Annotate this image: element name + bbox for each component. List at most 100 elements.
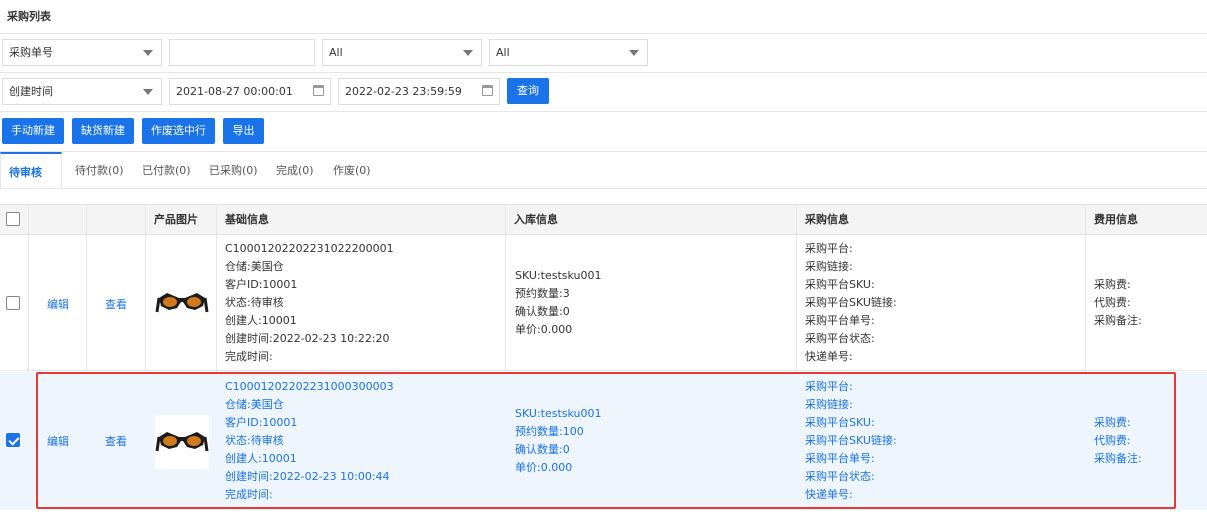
- chevron-down-icon: [143, 50, 153, 56]
- fee-info: 采购费: 代购费: 采购备注:: [1094, 414, 1142, 468]
- agent-fee: 代购费:: [1094, 434, 1131, 447]
- void-selected-button[interactable]: 作废选中行: [142, 118, 215, 144]
- filter-select-b[interactable]: All: [489, 39, 648, 66]
- field-select-value: 采购单号: [9, 46, 53, 59]
- product-image: [155, 415, 209, 469]
- created-time: 创建时间:2022-02-23 10:00:44: [225, 470, 390, 483]
- shortage-new-button[interactable]: 缺货新建: [72, 118, 134, 144]
- purchase-info: 采购平台: 采购链接: 采购平台SKU: 采购平台SKU链接: 采购平台单号: …: [805, 240, 897, 366]
- header-purchase-info: 采购信息: [805, 213, 849, 226]
- divider: [0, 72, 1207, 73]
- sku: SKU:testsku001: [515, 407, 602, 420]
- tab-pending-review[interactable]: 待审核(2): [0, 152, 62, 216]
- purchase-remark: 采购备注:: [1094, 452, 1142, 465]
- field-select[interactable]: 采购单号: [2, 39, 162, 66]
- date-to-input[interactable]: 2022-02-23 23:59:59: [338, 78, 500, 105]
- date-type-value: 创建时间: [9, 85, 53, 98]
- completed-time: 完成时间:: [225, 350, 273, 363]
- edit-link[interactable]: 编辑: [47, 296, 69, 312]
- tab-purchased[interactable]: 已采购(0): [201, 152, 266, 189]
- platform-sku-link: 采购平台SKU链接:: [805, 434, 897, 447]
- sunglasses-icon: [155, 293, 209, 313]
- purchase-fee: 采购费:: [1094, 278, 1131, 291]
- table-row: 编辑 查看 C10001202202231022200001 仓储:美国仓 客户…: [0, 235, 1207, 371]
- date-type-select[interactable]: 创建时间: [2, 78, 162, 105]
- platform-sku-link: 采购平台SKU链接:: [805, 296, 897, 309]
- platform-status: 采购平台状态:: [805, 332, 875, 345]
- confirmed-qty: 确认数量:0: [515, 305, 570, 318]
- inbound-info: SKU:testsku001 预约数量:3 确认数量:0 单价:0.000: [515, 267, 602, 339]
- customer-id: 客户ID:10001: [225, 416, 298, 429]
- view-link[interactable]: 查看: [105, 296, 127, 312]
- purchase-platform: 采购平台:: [805, 242, 853, 255]
- basic-info: C10001202202231022200001 仓储:美国仓 客户ID:100…: [225, 240, 394, 366]
- edit-link[interactable]: 编辑: [47, 433, 69, 449]
- purchase-fee: 采购费:: [1094, 416, 1131, 429]
- row-checkbox[interactable]: [6, 296, 20, 310]
- customer-id: 客户ID:10001: [225, 278, 298, 291]
- header-inbound-info: 入库信息: [514, 213, 558, 226]
- unit-price: 单价:0.000: [515, 461, 573, 474]
- header-fee-info: 费用信息: [1094, 213, 1138, 226]
- manual-new-button[interactable]: 手动新建: [2, 118, 64, 144]
- status-tabs: 待审核(2) 待付款(0) 已付款(0) 已采购(0) 完成(0) 作废(0): [0, 152, 1207, 216]
- agent-fee: 代购费:: [1094, 296, 1131, 309]
- reserved-qty: 预约数量:100: [515, 425, 584, 438]
- tab-voided[interactable]: 作废(0): [325, 152, 379, 189]
- confirmed-qty: 确认数量:0: [515, 443, 570, 456]
- filter-select-a[interactable]: All: [322, 39, 482, 66]
- purchase-link: 采购链接:: [805, 260, 853, 273]
- filter-select-b-value: All: [496, 46, 510, 59]
- warehouse: 仓储:美国仓: [225, 398, 284, 411]
- product-image: [155, 276, 209, 330]
- view-link[interactable]: 查看: [105, 433, 127, 449]
- divider: [0, 111, 1207, 112]
- date-from-input[interactable]: 2021-08-27 00:00:01: [169, 78, 331, 105]
- creator: 创建人:10001: [225, 452, 297, 465]
- table-row: 编辑 查看 C10001202202231000300003 仓储:美国仓 客户…: [0, 372, 1207, 510]
- reserved-qty: 预约数量:3: [515, 287, 570, 300]
- keyword-input[interactable]: [169, 39, 315, 66]
- status: 状态:待审核: [225, 434, 284, 447]
- purchase-platform: 采购平台:: [805, 380, 853, 393]
- date-from-value: 2021-08-27 00:00:01: [176, 85, 293, 98]
- select-all-checkbox[interactable]: [6, 212, 20, 226]
- table-header: 产品图片 基础信息 入库信息 采购信息 费用信息: [0, 204, 1207, 235]
- created-time: 创建时间:2022-02-23 10:22:20: [225, 332, 390, 345]
- status: 状态:待审核: [225, 296, 284, 309]
- platform-order-number: 采购平台单号:: [805, 314, 875, 327]
- tab-pending-payment[interactable]: 待付款(0): [67, 152, 132, 189]
- platform-status: 采购平台状态:: [805, 470, 875, 483]
- unit-price: 单价:0.000: [515, 323, 573, 336]
- calendar-icon: [313, 85, 324, 96]
- page-title: 采购列表: [7, 10, 51, 23]
- sku: SKU:testsku001: [515, 269, 602, 282]
- chevron-down-icon: [143, 89, 153, 95]
- order-number: C10001202202231022200001: [225, 242, 394, 255]
- tracking-number: 快递单号:: [805, 350, 853, 363]
- date-to-value: 2022-02-23 23:59:59: [345, 85, 462, 98]
- creator: 创建人:10001: [225, 314, 297, 327]
- query-button[interactable]: 查询: [507, 78, 549, 104]
- tab-paid[interactable]: 已付款(0): [134, 152, 199, 189]
- purchase-link: 采购链接:: [805, 398, 853, 411]
- purchase-remark: 采购备注:: [1094, 314, 1142, 327]
- platform-sku: 采购平台SKU:: [805, 416, 875, 429]
- platform-order-number: 采购平台单号:: [805, 452, 875, 465]
- header-basic-info: 基础信息: [225, 213, 269, 226]
- divider: [0, 33, 1207, 34]
- tab-completed[interactable]: 完成(0): [268, 152, 322, 189]
- sunglasses-icon: [155, 432, 209, 452]
- warehouse: 仓储:美国仓: [225, 260, 284, 273]
- purchase-info: 采购平台: 采购链接: 采购平台SKU: 采购平台SKU链接: 采购平台单号: …: [805, 378, 897, 504]
- header-product-image: 产品图片: [154, 213, 198, 226]
- export-button[interactable]: 导出: [223, 118, 264, 144]
- inbound-info: SKU:testsku001 预约数量:100 确认数量:0 单价:0.000: [515, 405, 602, 477]
- filter-select-a-value: All: [329, 46, 343, 59]
- order-number: C10001202202231000300003: [225, 380, 394, 393]
- row-checkbox[interactable]: [6, 433, 20, 447]
- chevron-down-icon: [463, 50, 473, 56]
- divider: [0, 188, 1207, 189]
- tracking-number: 快递单号:: [805, 488, 853, 501]
- fee-info: 采购费: 代购费: 采购备注:: [1094, 276, 1142, 330]
